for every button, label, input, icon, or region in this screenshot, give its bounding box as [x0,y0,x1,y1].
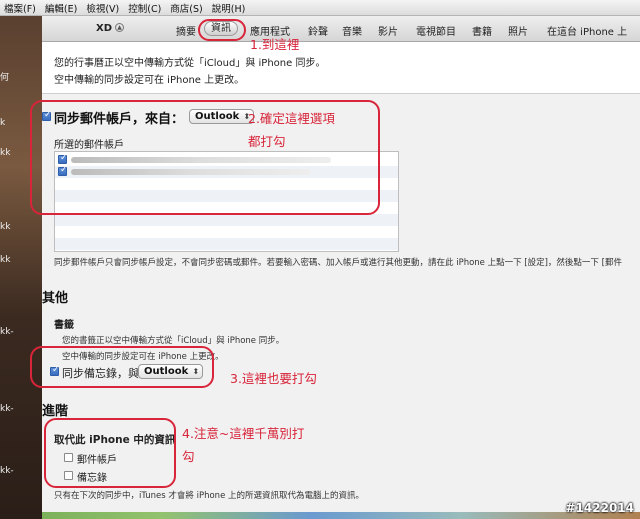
tab-summary[interactable]: 摘要 [176,23,196,38]
eject-icon[interactable]: ▲ [115,23,124,32]
other-heading: 其他 [42,291,69,306]
menu-store[interactable]: 商店(S) [170,1,202,15]
tab-ringtones[interactable]: 鈴聲 [308,23,328,38]
device-tab-bar: XD ▲ 摘要 資訊 應用程式 鈴聲 音樂 影片 電視節目 書籍 照片 在這台 … [42,16,640,42]
menu-help[interactable]: 說明(H) [212,1,246,15]
desktop-label: k [0,118,6,128]
bookmarks-sync-note: 您的書籤正以空中傳輸方式從「iCloud」與 iPhone 同步。 [62,336,285,346]
menu-file[interactable]: 檔案(F) [4,1,36,15]
desktop-label: kk- [0,466,14,476]
tab-tv-shows[interactable]: 電視節目 [416,23,456,38]
watermark: #1422014 [565,501,634,515]
mail-sync-footnote: 同步郵件帳戶只會同步帳戶設定，不會同步密碼或郵件。若要輸入密碼、加入帳戶或進行其… [54,258,622,268]
desktop-label: kk- [0,327,14,337]
tab-on-this-iphone[interactable]: 在這台 iPhone 上 [547,23,627,38]
annotation-step-2-cont: 都打勾 [248,134,286,149]
desktop-label: kk [0,222,11,232]
menu-view[interactable]: 檢視(V) [86,1,119,15]
tab-photos[interactable]: 照片 [508,23,528,38]
tab-books[interactable]: 書籍 [472,23,492,38]
calendar-sync-hint: 空中傳輸的同步設定可在 iPhone 上更改。 [54,75,245,86]
annotation-step-2: 2.確定這裡選項 [248,111,335,126]
advanced-footnote: 只有在下次的同步中，iTunes 才會將 iPhone 上的所選資訊取代為電腦上… [54,491,364,501]
desktop-background [0,16,42,519]
desktop-label: kk [0,148,11,158]
advanced-heading: 進階 [42,404,69,419]
annotation-box-info-tab [198,19,246,41]
annotation-box-notes [30,346,214,388]
desktop-label: 何 [0,73,10,83]
taskbar-strip [42,512,640,519]
annotation-box-advanced [44,418,176,488]
device-name[interactable]: XD [96,23,112,34]
tab-music[interactable]: 音樂 [342,23,362,38]
menu-edit[interactable]: 編輯(E) [45,1,77,15]
bookmarks-label: 書籤 [54,320,74,331]
tab-movies[interactable]: 影片 [378,23,398,38]
desktop-label: kk [0,255,11,265]
menu-bar: 檔案(F) 編輯(E) 檢視(V) 控制(C) 商店(S) 說明(H) [0,0,640,16]
menu-controls[interactable]: 控制(C) [128,1,161,15]
annotation-step-1: 1.到這裡 [250,37,300,52]
annotation-step-3: 3.這裡也要打勾 [230,371,317,386]
desktop-label: kk- [0,404,14,414]
annotation-step-4: 4.注意~這裡千萬別打 [182,426,305,441]
annotation-step-4-cont: 勾 [182,449,195,464]
calendar-sync-note: 您的行事曆正以空中傳輸方式從「iCloud」與 iPhone 同步。 [54,58,326,69]
